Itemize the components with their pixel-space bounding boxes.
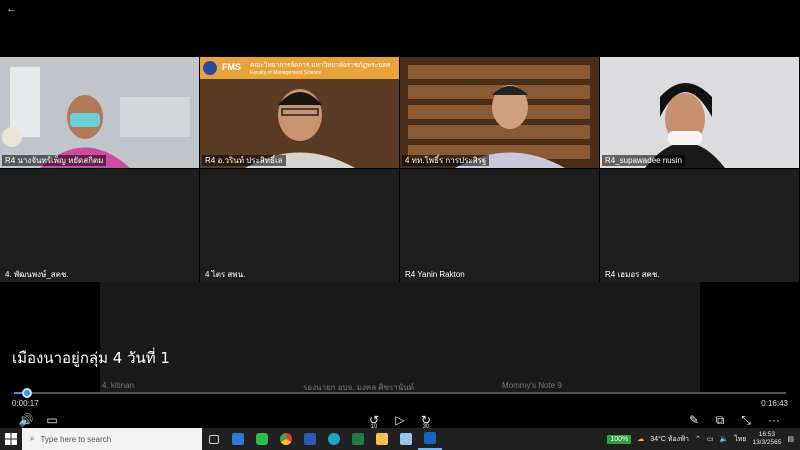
participant-name: R4 นางจันทร์เพ็ญ หยัดสกิดม bbox=[2, 155, 107, 166]
picture-in-picture-icon[interactable]: ⧉ bbox=[712, 412, 728, 428]
notification-icon[interactable]: ▤ bbox=[787, 435, 794, 443]
taskbar: ⌕ Type here to search 100% ☁ 34°C ท้องฟ้… bbox=[0, 428, 800, 450]
clock-date: 13/3/2565 bbox=[752, 439, 782, 446]
lower-participant-row bbox=[100, 282, 700, 392]
excel-icon[interactable] bbox=[346, 428, 370, 450]
paint-icon[interactable] bbox=[394, 428, 418, 450]
participant-name: R4 อ.วรินท์ ประสิทธิ์เล bbox=[202, 155, 286, 166]
file-explorer-icon[interactable] bbox=[370, 428, 394, 450]
speaker-icon[interactable]: 🔈 bbox=[719, 435, 728, 443]
participant-video bbox=[600, 57, 799, 168]
language-indicator[interactable]: ไทย bbox=[734, 434, 746, 445]
total-time: 0:16:43 bbox=[761, 399, 788, 408]
participant-name: 4. พัฒนพงษ์_สคช. bbox=[5, 270, 69, 279]
battery-indicator[interactable]: 100% bbox=[607, 434, 632, 444]
play-button[interactable]: ▷ bbox=[392, 412, 408, 428]
forward-button[interactable]: ↻ 30 bbox=[418, 412, 434, 430]
participant-name: R4_supawadee nusin bbox=[602, 155, 685, 166]
system-tray: 100% ☁ 34°C ท้องฟ้า ⌃ ▭ 🔈 ไทย 16:53 13/3… bbox=[607, 428, 800, 450]
banner-org: คณะวิทยาการจัดการ มหาวิทยาลัยราชภัฏพระนค… bbox=[250, 62, 391, 69]
more-options-icon[interactable]: ··· bbox=[764, 412, 784, 428]
participant-tile: 4. พัฒนพงษ์_สคช. bbox=[0, 169, 199, 282]
back-arrow-icon[interactable]: ← bbox=[6, 3, 17, 15]
participant-name: 4 ทท.โพธิ์ร การประสิรฐ bbox=[402, 155, 490, 166]
search-placeholder: Type here to search bbox=[40, 434, 112, 444]
rewind-button[interactable]: ↺ 10 bbox=[366, 412, 382, 430]
participant-name: 4 ไตร สพน. bbox=[205, 270, 246, 279]
participant-tile: FMS คณะวิทยาการจัดการ มหาวิทยาลัยราชภัฏพ… bbox=[200, 57, 399, 168]
subtitles-icon[interactable]: ▭ bbox=[44, 412, 60, 428]
lower-participant-name: 4. kitinan bbox=[102, 381, 135, 390]
participant-tile: R4 นางจันทร์เพ็ญ หยัดสกิดม bbox=[0, 57, 199, 168]
media-player-icon[interactable] bbox=[418, 428, 442, 450]
clock[interactable]: 16:53 13/3/2565 bbox=[752, 431, 781, 447]
participant-video bbox=[0, 57, 199, 168]
participant-name: R4 เฮมอร สคช. bbox=[605, 270, 660, 279]
participant-name: R4 Yanin Rakton bbox=[405, 270, 465, 279]
participant-tile: R4_supawadee nusin bbox=[600, 57, 799, 168]
windows-start-icon[interactable] bbox=[0, 428, 22, 450]
participant-tile: R4 Yanin Rakton bbox=[400, 169, 599, 282]
participant-grid: R4 นางจันทร์เพ็ญ หยัดสกิดม FMS คณะวิทยาก… bbox=[0, 57, 800, 282]
mail-icon[interactable] bbox=[226, 428, 250, 450]
lower-participant-name: Mommy's Note 9 bbox=[502, 381, 562, 390]
weather-icon: ☁ bbox=[637, 436, 645, 443]
banner-sub: Faculty of Management Science bbox=[250, 70, 322, 76]
seek-bar[interactable] bbox=[14, 388, 786, 398]
banner-logo: FMS bbox=[222, 62, 241, 72]
participant-tile: 4 ไตร สพน. bbox=[200, 169, 399, 282]
fullscreen-icon[interactable]: ⤡ bbox=[738, 412, 754, 428]
volume-icon[interactable]: 🔊 bbox=[18, 412, 34, 428]
clock-time: 16:53 bbox=[758, 431, 776, 438]
participant-tile: R4 เฮมอร สคช. bbox=[600, 169, 799, 282]
taskbar-search[interactable]: ⌕ Type here to search bbox=[22, 428, 202, 450]
video-player: ← R4 นางจันทร์เพ็ญ หยัดสกิดม FMS คณะวิทย… bbox=[0, 0, 800, 430]
word-icon[interactable] bbox=[298, 428, 322, 450]
line-icon[interactable] bbox=[250, 428, 274, 450]
chevron-up-icon[interactable]: ⌃ bbox=[695, 435, 701, 443]
chrome-icon[interactable] bbox=[274, 428, 298, 450]
edge-icon[interactable] bbox=[322, 428, 346, 450]
edit-icon[interactable]: ✎ bbox=[686, 412, 702, 428]
participant-video bbox=[400, 57, 599, 168]
participant-tile: 4 ทท.โพธิ์ร การประสิรฐ bbox=[400, 57, 599, 168]
current-time: 0:00:17 bbox=[12, 399, 39, 408]
search-icon: ⌕ bbox=[30, 434, 35, 443]
seek-thumb[interactable] bbox=[22, 388, 33, 398]
video-title: เมืองนาอยู่กลุ่ม 4 วันที่ 1 bbox=[12, 349, 170, 367]
task-view-icon[interactable] bbox=[202, 428, 226, 450]
network-icon[interactable]: ▭ bbox=[707, 435, 714, 443]
weather-text[interactable]: 34°C ท้องฟ้า bbox=[650, 434, 689, 445]
